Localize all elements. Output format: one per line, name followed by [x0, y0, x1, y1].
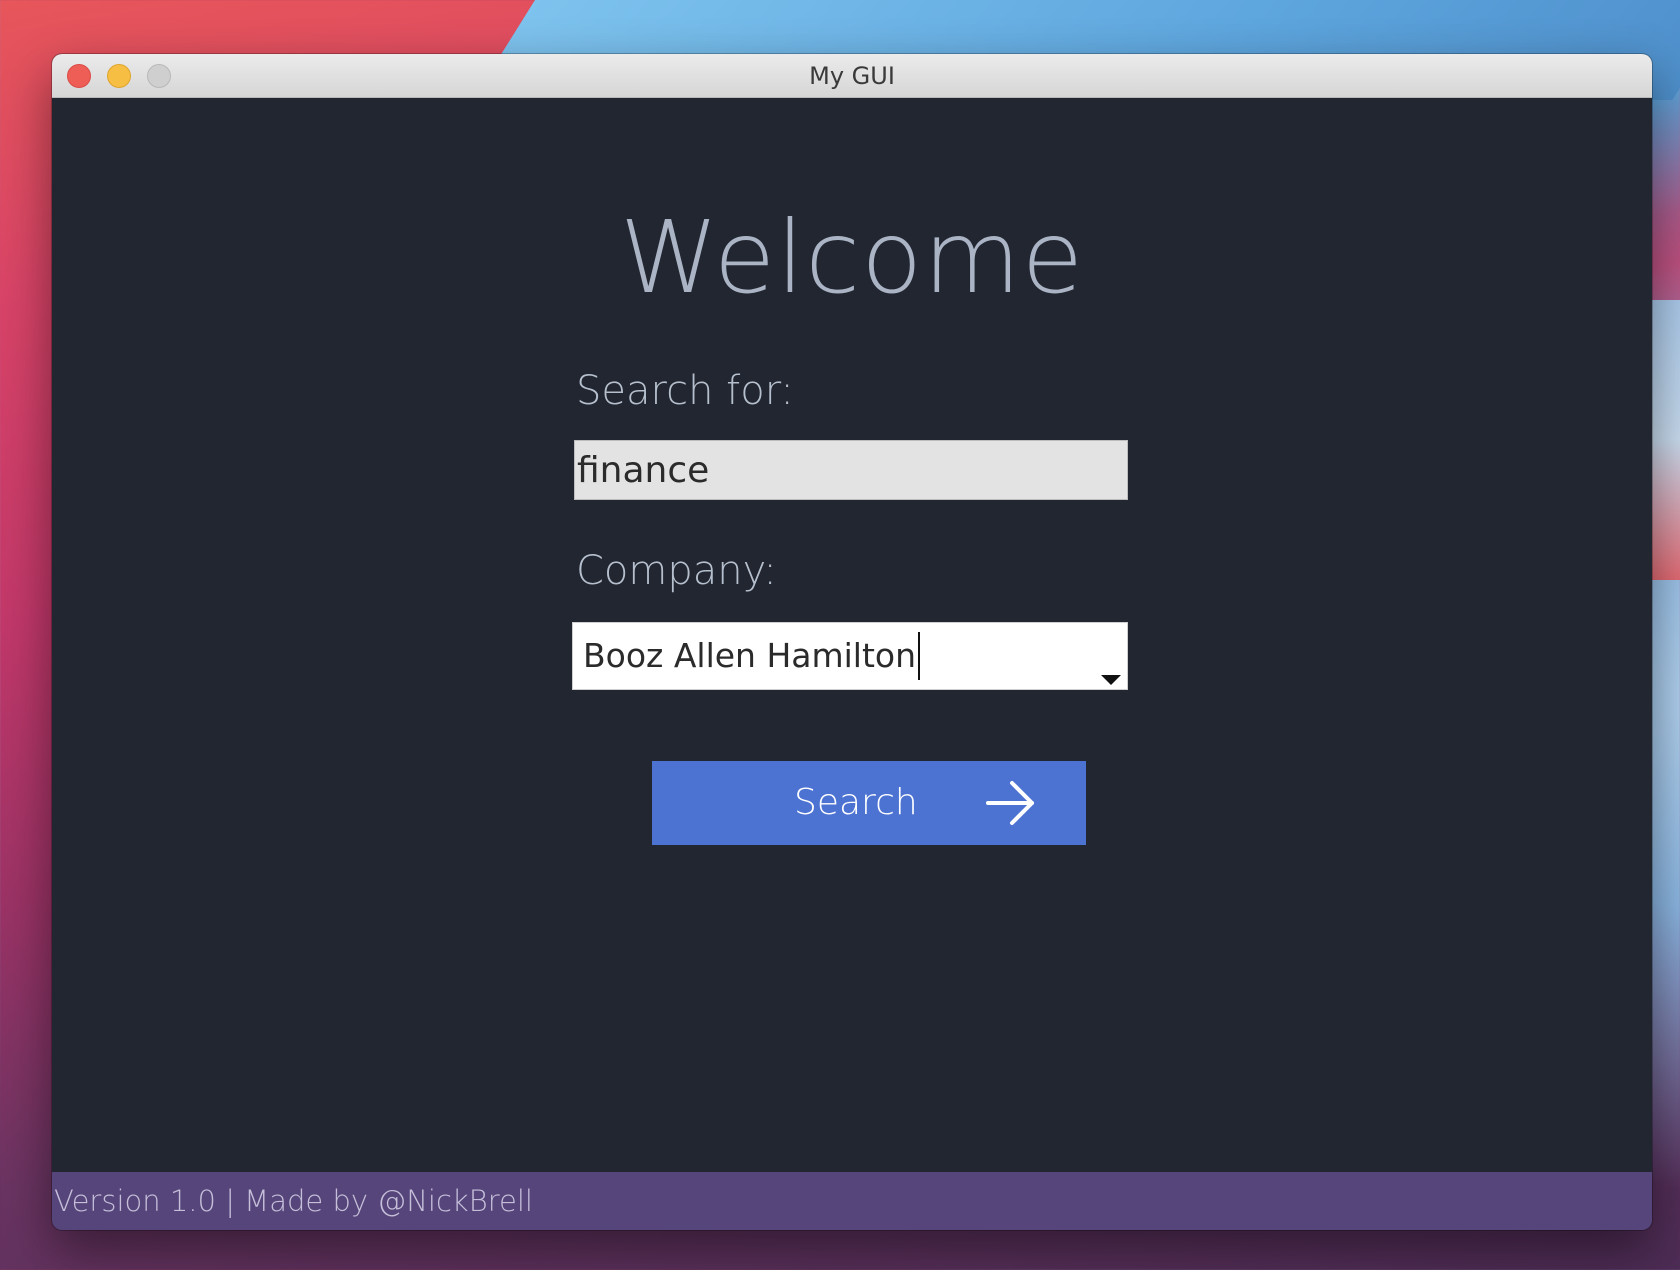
search-button-label: Search — [794, 782, 918, 823]
app-window: My GUI Welcome Search for: Company: Booz… — [52, 54, 1652, 1230]
dropdown-triangle-icon[interactable] — [1101, 675, 1121, 685]
title-bar[interactable]: My GUI — [52, 54, 1652, 98]
footer-bar: Version 1.0 | Made by @NickBrell — [52, 1172, 1652, 1230]
company-combobox[interactable]: Booz Allen Hamilton — [572, 622, 1128, 690]
text-cursor — [918, 631, 921, 680]
footer-version-text: Version 1.0 | Made by @NickBrell — [54, 1184, 533, 1218]
company-value-text: Booz Allen Hamilton — [583, 636, 917, 675]
arrow-right-icon — [986, 781, 1034, 825]
window-title: My GUI — [809, 62, 895, 90]
page-title: Welcome — [619, 199, 1085, 316]
search-for-label: Search for: — [576, 368, 794, 414]
company-combobox-value[interactable]: Booz Allen Hamilton — [583, 623, 921, 689]
search-button[interactable]: Search — [652, 761, 1086, 845]
search-input[interactable] — [574, 440, 1128, 500]
company-label: Company: — [576, 548, 777, 594]
main-content: Welcome Search for: Company: Booz Allen … — [52, 98, 1652, 1172]
